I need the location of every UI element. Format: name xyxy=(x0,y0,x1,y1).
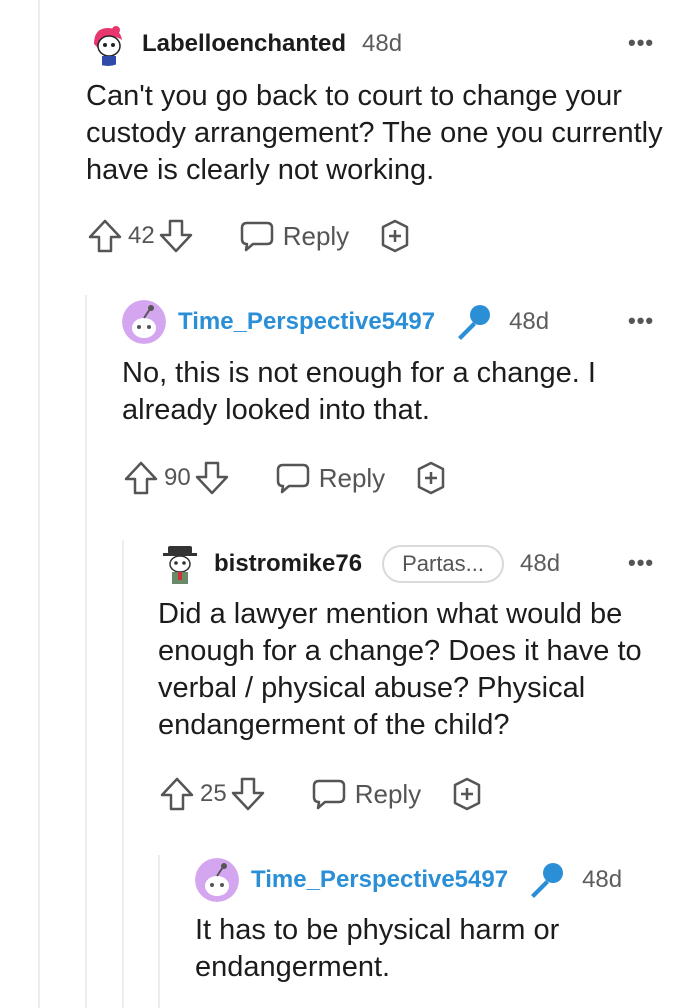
comment-actions: 90 Reply xyxy=(122,460,449,496)
comment-header: bistromike76 Partas... 48d xyxy=(158,542,560,586)
downvote-icon[interactable] xyxy=(157,218,195,254)
username[interactable]: Labelloenchanted xyxy=(142,30,346,58)
username[interactable]: Time_Perspective5497 xyxy=(251,866,508,894)
award-icon[interactable] xyxy=(449,776,485,812)
more-options-icon[interactable]: ••• xyxy=(628,30,654,56)
comment-age: 48d xyxy=(582,866,623,893)
thread-line[interactable] xyxy=(158,855,160,1008)
reply-label: Reply xyxy=(282,220,350,251)
comment-age: 48d xyxy=(520,550,561,577)
upvote-icon[interactable] xyxy=(86,218,124,254)
avatar[interactable] xyxy=(122,300,166,344)
user-flair: Partas... xyxy=(382,545,504,583)
more-options-icon[interactable]: ••• xyxy=(628,550,654,576)
award-icon[interactable] xyxy=(413,460,449,496)
avatar[interactable] xyxy=(158,542,202,586)
comment-body: Did a lawyer mention what would be enoug… xyxy=(158,598,642,741)
comment-body: No, this is not enough for a change. I a… xyxy=(122,357,596,426)
award-icon[interactable] xyxy=(377,218,413,254)
comment-age: 48d xyxy=(509,308,550,335)
microphone-icon xyxy=(531,863,564,898)
vote-count: 25 xyxy=(200,780,227,807)
reply-button[interactable]: Reply xyxy=(275,461,385,495)
microphone-icon xyxy=(458,305,491,340)
reply-icon xyxy=(276,463,309,494)
upvote-icon[interactable] xyxy=(158,776,196,812)
downvote-icon[interactable] xyxy=(193,460,231,496)
comment-body: It has to be physical harm or endangerme… xyxy=(195,914,560,983)
reply-label: Reply xyxy=(318,462,386,493)
comment-age: 48d xyxy=(362,30,403,57)
thread-line[interactable] xyxy=(122,540,124,1008)
comment-actions: 42 Reply xyxy=(86,218,413,254)
comment-body: Can't you go back to court to change you… xyxy=(86,80,663,186)
vote-count: 90 xyxy=(164,464,191,491)
reply-button[interactable]: Reply xyxy=(239,219,349,253)
reply-icon xyxy=(240,221,273,252)
username[interactable]: Time_Perspective5497 xyxy=(178,308,435,336)
reply-icon xyxy=(312,779,345,810)
comment-header: Labelloenchanted 48d xyxy=(86,22,402,66)
username[interactable]: bistromike76 xyxy=(214,550,362,578)
comment-header: Time_Perspective5497 48d xyxy=(195,858,622,902)
reply-label: Reply xyxy=(354,778,422,809)
reply-button[interactable]: Reply xyxy=(311,777,421,811)
comment-header: Time_Perspective5497 48d xyxy=(122,300,549,344)
avatar[interactable] xyxy=(195,858,239,902)
downvote-icon[interactable] xyxy=(229,776,267,812)
avatar[interactable] xyxy=(86,22,130,66)
thread-line[interactable] xyxy=(85,295,87,1008)
vote-count: 42 xyxy=(128,222,155,249)
upvote-icon[interactable] xyxy=(122,460,160,496)
more-options-icon[interactable]: ••• xyxy=(628,308,654,334)
thread-line[interactable] xyxy=(38,0,40,1008)
comment-actions: 25 Reply xyxy=(158,776,485,812)
